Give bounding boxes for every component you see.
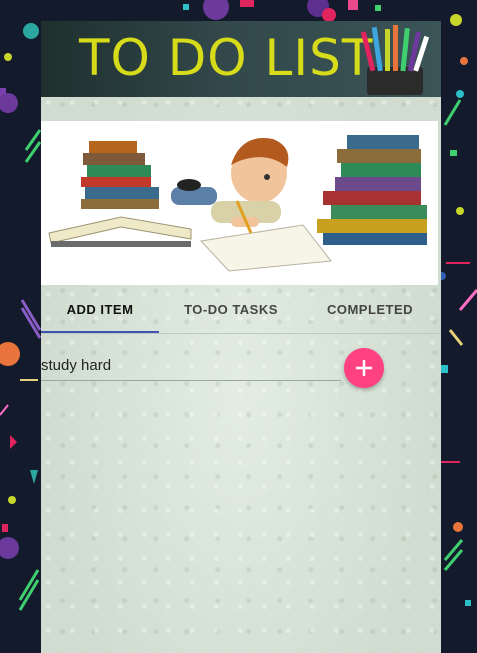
task-input[interactable] xyxy=(41,350,341,381)
boy-doing-homework-illustration xyxy=(41,121,438,285)
add-task-form xyxy=(41,346,441,388)
add-task-button[interactable] xyxy=(344,348,384,388)
plus-icon xyxy=(356,360,372,376)
tab-completed[interactable]: COMPLETED xyxy=(313,290,427,331)
tab-bar: ADD ITEM TO-DO TASKS COMPLETED xyxy=(41,290,441,334)
app-banner: TO DO LIST xyxy=(41,21,441,97)
tab-add-item[interactable]: ADD ITEM xyxy=(41,290,159,333)
todo-app: TO DO LIST ADD ITEM TO-DO TASKS COMPLETE… xyxy=(41,21,441,653)
tab-todo-tasks[interactable]: TO-DO TASKS xyxy=(171,290,291,331)
pencil-cup-icon xyxy=(360,25,430,95)
app-title: TO DO LIST xyxy=(79,29,374,87)
hero-illustration xyxy=(41,121,438,285)
